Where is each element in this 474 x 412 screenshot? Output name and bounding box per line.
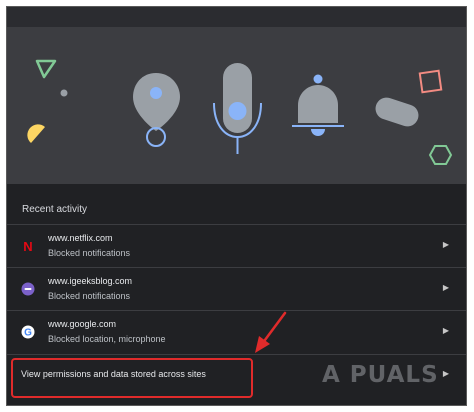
chevron-right-icon: ▶ [442, 369, 449, 378]
svg-text:N: N [23, 239, 32, 253]
site-settings-panel: Recent activity N www.netflix.com Blocke… [6, 6, 467, 406]
chevron-right-icon: ▶ [442, 240, 449, 249]
chevron-right-icon: ▶ [442, 283, 449, 292]
dot-shape [60, 89, 68, 97]
microphone-icon [213, 63, 262, 154]
site-name: www.google.com [48, 319, 117, 329]
top-strip [7, 7, 466, 27]
view-permissions-label: View permissions and data stored across … [21, 369, 206, 379]
google-icon: G [21, 325, 35, 339]
capsule-shape [375, 97, 419, 127]
appuals-watermark: A PUALS [322, 362, 439, 388]
svg-text:G: G [24, 328, 32, 339]
site-name: www.igeeksblog.com [48, 276, 133, 286]
igeeksblog-icon [21, 282, 35, 296]
triangle-shape [35, 59, 57, 79]
activity-row-igeeksblog[interactable]: www.igeeksblog.com Blocked notifications… [7, 267, 466, 310]
hexagon-shape [428, 145, 453, 165]
bell-icon [292, 74, 344, 136]
location-pin-icon [133, 73, 180, 147]
activity-row-google[interactable]: G www.google.com Blocked location, micro… [7, 310, 466, 354]
activity-row-netflix[interactable]: N www.netflix.com Blocked notifications … [7, 224, 466, 267]
half-circle-shape [27, 124, 45, 143]
square-shape [418, 69, 443, 94]
site-status: Blocked notifications [48, 248, 131, 258]
netflix-icon: N [23, 239, 32, 253]
site-name: www.netflix.com [48, 233, 113, 243]
privacy-illustration [7, 27, 466, 184]
recent-activity-heading: Recent activity [22, 204, 88, 215]
site-status: Blocked notifications [48, 291, 131, 301]
chevron-right-icon: ▶ [442, 326, 449, 335]
site-status: Blocked location, microphone [48, 334, 166, 344]
